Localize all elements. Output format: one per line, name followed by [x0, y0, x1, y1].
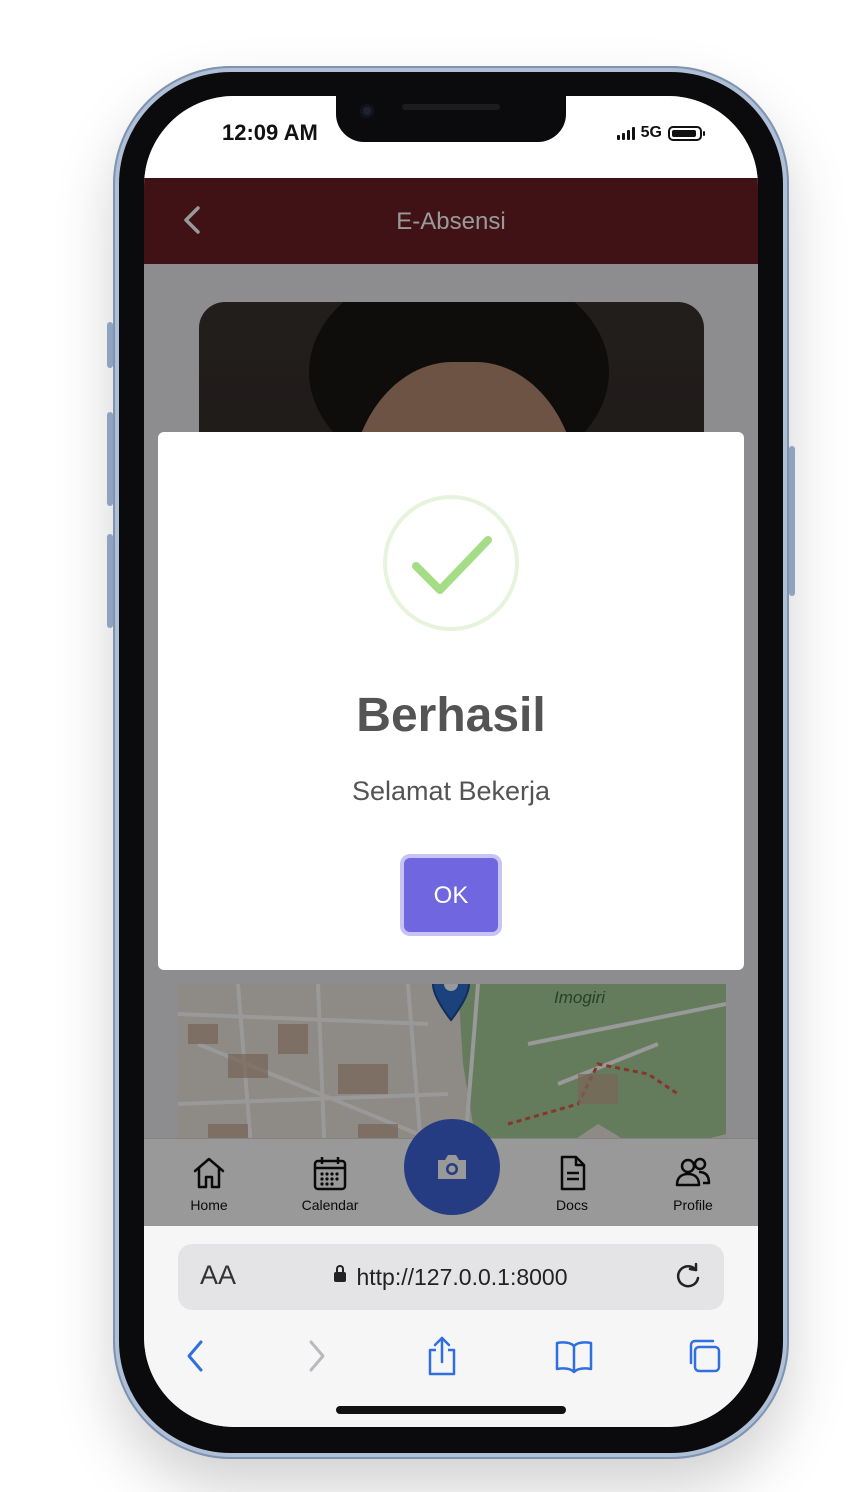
- earpiece-speaker: [402, 104, 500, 110]
- bookmarks-button[interactable]: [552, 1334, 596, 1378]
- browser-toolbar: AA http://127.0.0.1:8000: [144, 1226, 758, 1427]
- url-text: http://127.0.0.1:8000: [356, 1264, 568, 1290]
- address-bar[interactable]: AA http://127.0.0.1:8000: [178, 1244, 724, 1310]
- phone-frame: 12:09 AM 5G E-Absensi Imogiri Home Calen…: [107, 66, 795, 1459]
- ok-button[interactable]: OK: [404, 858, 498, 932]
- book-icon: [555, 1341, 593, 1374]
- mute-switch: [107, 322, 113, 368]
- reload-icon[interactable]: [672, 1260, 704, 1292]
- signal-icon: [616, 126, 635, 140]
- success-dialog: Berhasil Selamat Bekerja OK: [158, 432, 744, 970]
- success-check-icon: [383, 495, 519, 631]
- network-type: 5G: [640, 124, 662, 141]
- browser-back-button[interactable]: [174, 1334, 218, 1378]
- chevron-left-icon: [187, 1340, 203, 1372]
- lock-icon: [334, 1264, 347, 1282]
- volume-down-button: [107, 534, 113, 628]
- browser-nav-row: [144, 1330, 758, 1390]
- tabs-icon: [689, 1339, 721, 1373]
- home-indicator: [336, 1406, 566, 1414]
- notch: [336, 96, 566, 142]
- chevron-right-icon: [309, 1340, 325, 1372]
- status-indicators: 5G: [616, 124, 705, 142]
- phone-screen: 12:09 AM 5G E-Absensi Imogiri Home Calen…: [144, 96, 758, 1427]
- tabs-button[interactable]: [682, 1334, 726, 1378]
- front-camera: [360, 104, 374, 118]
- browser-forward-button[interactable]: [294, 1334, 338, 1378]
- battery-icon: [668, 125, 705, 141]
- power-button: [789, 446, 795, 596]
- dialog-title: Berhasil: [356, 689, 546, 742]
- share-icon: [428, 1336, 456, 1376]
- dialog-message: Selamat Bekerja: [351, 776, 551, 806]
- share-button[interactable]: [420, 1334, 464, 1378]
- volume-up-button: [107, 412, 113, 506]
- status-time: 12:09 AM: [222, 120, 318, 145]
- url-display[interactable]: http://127.0.0.1:8000: [178, 1264, 724, 1291]
